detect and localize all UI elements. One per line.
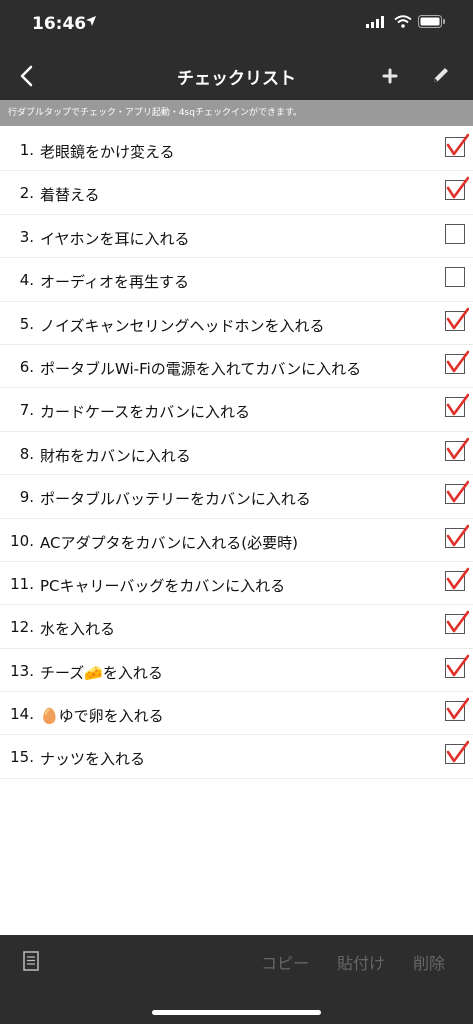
bottom-toolbar: コピー 貼付け 削除 (0, 935, 473, 1024)
item-number: 2. (19, 184, 34, 203)
location-arrow-icon (86, 16, 96, 26)
item-label: チーズ🧀を入れる (40, 663, 163, 682)
item-label: ACアダプタをカバンに入れる(必要時) (40, 533, 298, 552)
checkbox[interactable] (445, 654, 469, 678)
checkbox[interactable] (445, 394, 469, 418)
checkmark-icon (446, 307, 469, 329)
item-label: ポータブルバッテリーをカバンに入れる (40, 490, 311, 509)
checklist: 1. 老眼鏡をかけ変える 2. 着替える 3. イヤホンを耳に入れる 4. オー… (0, 128, 473, 779)
list-item[interactable]: 10. ACアダプタをカバンに入れる(必要時) (0, 519, 473, 562)
checkbox[interactable] (445, 480, 469, 505)
item-number: 1. (19, 141, 34, 159)
paste-button[interactable]: 貼付け (337, 950, 385, 974)
list-item[interactable]: 13. チーズ🧀を入れる (0, 649, 473, 693)
list-item[interactable]: 7. カードケースをカバンに入れる (0, 388, 473, 432)
item-number: 7. (19, 401, 34, 420)
item-number: 15. (10, 748, 34, 767)
plus-icon (382, 68, 398, 84)
checkbox[interactable] (445, 223, 465, 244)
chevron-left-icon (20, 65, 33, 87)
list-item[interactable]: 11. PCキャリーバッグをカバンに入れる (0, 562, 473, 606)
item-number: 13. (10, 661, 34, 680)
checkbox[interactable] (445, 567, 469, 591)
item-label: オーディオを再生する (40, 273, 189, 292)
checkbox[interactable] (445, 524, 469, 548)
list-item[interactable]: 9. ポータブルバッテリーをカバンに入れる (0, 475, 473, 519)
checkmark-icon (446, 567, 469, 590)
list-item[interactable]: 8. 財布をカバンに入れる (0, 432, 473, 476)
item-label: ポータブルWi-Fiの電源を入れてカバンに入れる (40, 359, 362, 378)
add-item-button[interactable] (376, 62, 404, 90)
checkbox[interactable] (445, 350, 469, 374)
wifi-icon (394, 15, 412, 28)
item-label: 着替える (40, 186, 100, 205)
document-icon[interactable] (20, 950, 42, 972)
item-number: 11. (10, 574, 34, 593)
checkbox[interactable] (445, 267, 465, 288)
checkmark-icon (446, 437, 469, 460)
item-number: 12. (10, 618, 34, 637)
checkmark-icon (446, 394, 469, 416)
item-label: 水を入れる (40, 620, 116, 639)
checkbox[interactable] (445, 307, 469, 331)
list-item[interactable]: 5. ノイズキャンセリングヘッドホンを入れる (0, 302, 473, 345)
item-number: 9. (19, 488, 34, 507)
list-item[interactable]: 15. ナッツを入れる (0, 735, 473, 779)
checkmark-icon (446, 177, 469, 199)
checkbox[interactable] (445, 610, 469, 635)
cellular-signal-icon (366, 16, 384, 28)
item-label: 老眼鏡をかけ変える (40, 143, 175, 161)
home-indicator (152, 1010, 321, 1015)
item-label: 財布をカバンに入れる (40, 446, 191, 465)
checkmark-icon (446, 133, 469, 156)
item-label: ノイズキャンセリングヘッドホンを入れる (40, 316, 325, 335)
checkmark-icon (446, 741, 469, 763)
item-label: PCキャリーバッグをカバンに入れる (40, 576, 286, 595)
item-label: ナッツを入れる (40, 750, 146, 769)
list-item[interactable]: 6. ポータブルWi-Fiの電源を入れてカバンに入れる (0, 345, 473, 389)
list-item[interactable]: 4. オーディオを再生する (0, 258, 473, 302)
item-label: 🥚ゆで卵を入れる (40, 707, 164, 726)
pencil-icon (434, 68, 448, 82)
item-number: 10. (10, 531, 34, 550)
item-label: イヤホンを耳に入れる (40, 229, 190, 248)
list-item[interactable]: 14. 🥚ゆで卵を入れる (0, 692, 473, 736)
item-number: 5. (19, 314, 34, 333)
item-number: 3. (19, 227, 34, 246)
checkbox[interactable] (445, 437, 469, 461)
checkmark-icon (446, 524, 469, 546)
item-label: カードケースをカバンに入れる (40, 403, 251, 422)
list-item[interactable]: 3. イヤホンを耳に入れる (0, 215, 473, 259)
checkmark-icon (446, 350, 469, 373)
checkmark-icon (446, 654, 469, 676)
item-number: 14. (10, 705, 34, 724)
checkmark-icon (446, 697, 469, 720)
checkbox[interactable] (445, 133, 469, 157)
hint-bar: 行ダブルタップでチェック・アプリ起動・4sqチェックインができます。 (0, 100, 473, 126)
copy-button[interactable]: コピー (261, 950, 309, 974)
battery-icon (418, 15, 445, 28)
item-number: 8. (19, 444, 34, 463)
status-time: 16:46 (32, 14, 87, 34)
edit-button[interactable] (426, 60, 456, 90)
checkmark-icon (446, 480, 469, 503)
checkbox[interactable] (445, 741, 469, 765)
checkbox[interactable] (445, 177, 469, 201)
item-number: 6. (19, 357, 34, 376)
list-item[interactable]: 2. 着替える (0, 171, 473, 215)
checkmark-icon (446, 610, 469, 633)
checkbox[interactable] (445, 697, 469, 722)
list-item[interactable]: 1. 老眼鏡をかけ変える (0, 128, 473, 172)
delete-button[interactable]: 削除 (413, 950, 445, 974)
top-bar: 16:46 チェックリスト (0, 0, 473, 100)
list-item[interactable]: 12. 水を入れる (0, 605, 473, 649)
back-button[interactable] (8, 58, 44, 94)
item-number: 4. (19, 271, 34, 290)
